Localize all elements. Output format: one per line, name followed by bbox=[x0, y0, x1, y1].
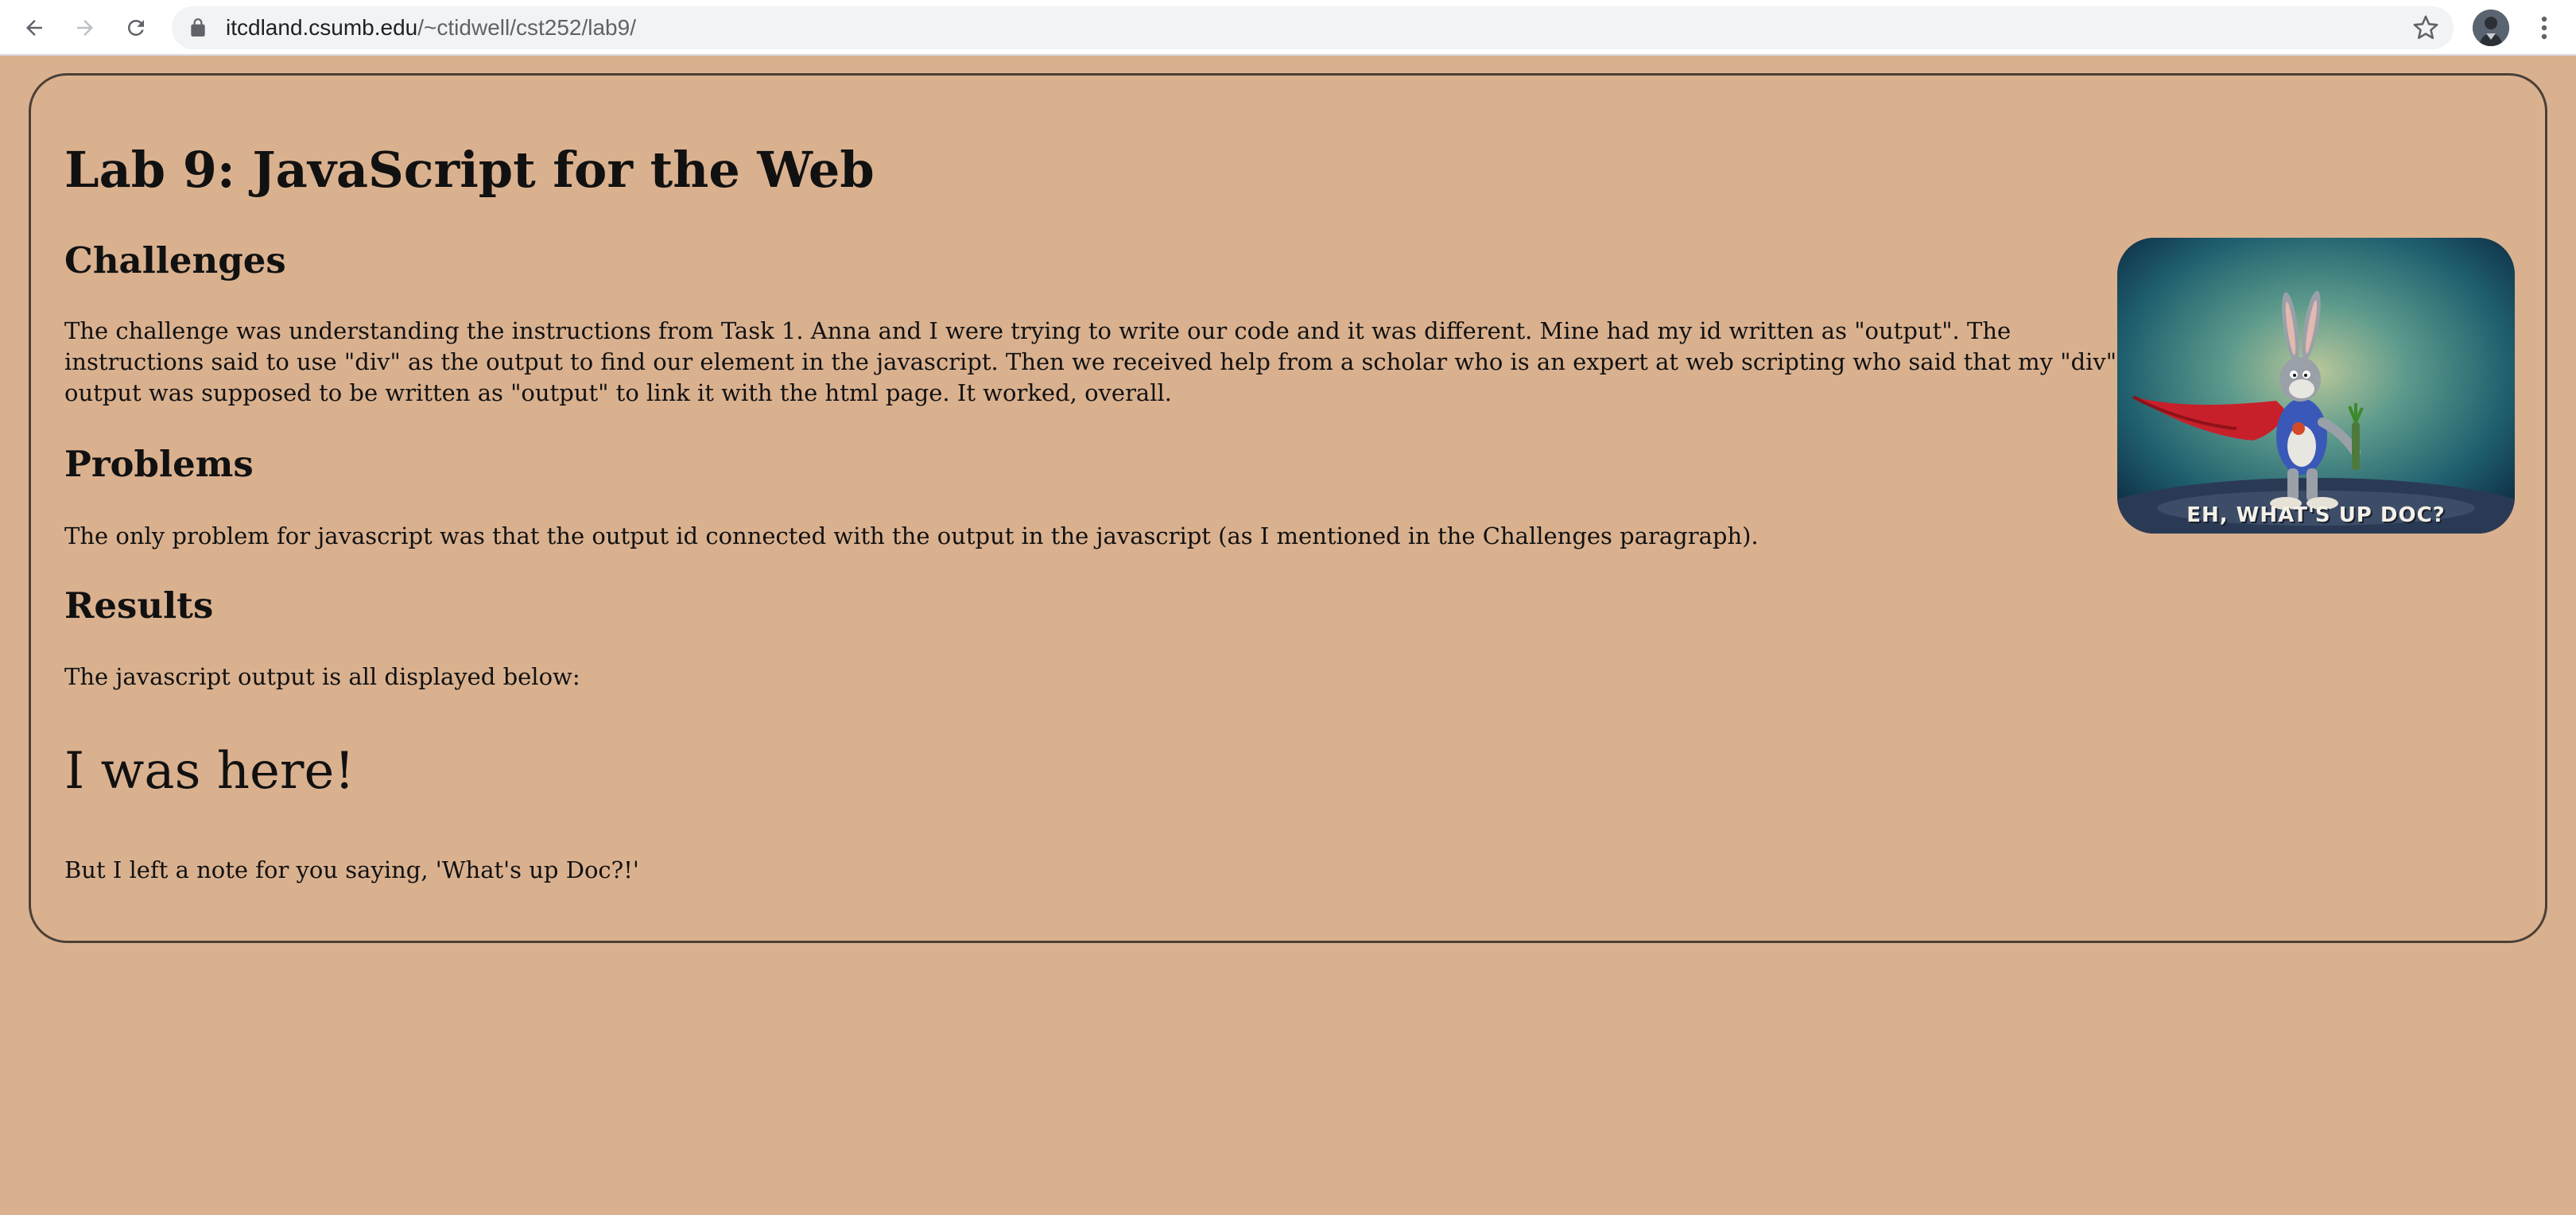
arrow-left-icon bbox=[26, 20, 42, 36]
arrow-right-icon bbox=[77, 20, 93, 36]
url-text[interactable]: itcdland.csumb.edu/~ctidwell/cst252/lab9… bbox=[226, 6, 636, 49]
reload-icon bbox=[127, 19, 144, 36]
back-button[interactable] bbox=[16, 10, 52, 46]
lock-icon[interactable] bbox=[188, 17, 208, 38]
challenges-heading: Challenges bbox=[64, 239, 286, 281]
reload-button[interactable] bbox=[118, 10, 154, 46]
star-icon[interactable] bbox=[2412, 14, 2439, 41]
browser-toolbar: itcdland.csumb.edu/~ctidwell/cst252/lab9… bbox=[0, 0, 2576, 56]
browser-menu-button[interactable] bbox=[2528, 10, 2560, 46]
challenges-paragraph: The challenge was understanding the inst… bbox=[64, 317, 2117, 406]
bugs-bunny-gif: EH, WHAT'S UP DOC? bbox=[2117, 238, 2515, 534]
forward-button[interactable] bbox=[67, 10, 103, 46]
url-host: itcdland.csumb.edu bbox=[226, 15, 418, 40]
kebab-menu-icon bbox=[2541, 16, 2547, 40]
content-box: Lab 9: JavaScript for the Web Challenges… bbox=[29, 73, 2547, 943]
page-title: Lab 9: JavaScript for the Web bbox=[64, 141, 875, 199]
address-bar[interactable]: itcdland.csumb.edu/~ctidwell/cst252/lab9… bbox=[172, 6, 2454, 49]
gif-caption: EH, WHAT'S UP DOC? bbox=[2186, 503, 2446, 527]
results-heading: Results bbox=[64, 584, 214, 627]
person-avatar-icon bbox=[2473, 10, 2509, 46]
problems-heading: Problems bbox=[64, 443, 254, 485]
note-paragraph: But I left a note for you saying, 'What'… bbox=[64, 856, 639, 883]
javascript-output: I was here! bbox=[64, 742, 355, 801]
results-paragraph: The javascript output is all displayed b… bbox=[64, 663, 580, 690]
problems-paragraph: The only problem for javascript was that… bbox=[64, 522, 1759, 549]
bugs-bunny-image bbox=[2117, 238, 2515, 534]
profile-avatar[interactable] bbox=[2473, 10, 2509, 46]
url-path: /~ctidwell/cst252/lab9/ bbox=[417, 15, 636, 40]
